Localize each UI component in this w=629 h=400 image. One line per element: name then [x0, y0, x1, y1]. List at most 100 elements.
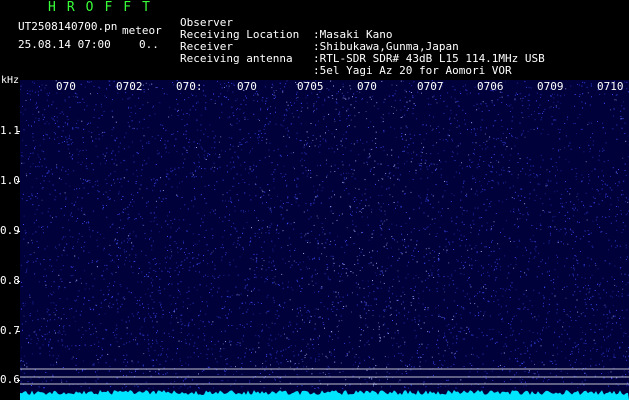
noise-dot	[240, 210, 242, 212]
noise-dot	[408, 261, 410, 263]
noise-dot	[616, 285, 618, 287]
noise-dot	[268, 261, 270, 263]
noise-dot	[300, 350, 302, 352]
noise-dot	[516, 258, 517, 260]
noise-dot	[589, 148, 591, 150]
noise-dot	[438, 314, 440, 316]
noise-dot	[366, 118, 368, 120]
noise-dot	[437, 274, 439, 276]
noise-dot	[187, 307, 188, 309]
noise-dot	[484, 284, 486, 286]
noise-dot	[30, 198, 32, 200]
noise-dot	[583, 287, 584, 289]
noise-dot	[348, 115, 349, 117]
noise-dot	[384, 238, 386, 240]
noise-dot	[361, 302, 363, 304]
noise-dot	[504, 255, 506, 257]
noise-dot	[591, 245, 593, 247]
noise-dot	[625, 356, 626, 358]
noise-dot	[433, 163, 435, 165]
noise-dot	[244, 116, 246, 118]
noise-dot	[146, 188, 148, 190]
noise-dot	[475, 133, 477, 135]
noise-dot	[376, 262, 377, 264]
noise-dot	[116, 164, 118, 166]
noise-dot	[594, 263, 596, 265]
noise-dot	[479, 156, 481, 158]
noise-dot	[589, 265, 590, 267]
noise-dot	[282, 91, 284, 93]
noise-dot	[139, 188, 141, 190]
noise-dot	[167, 223, 169, 225]
noise-dot	[381, 194, 383, 196]
noise-dot	[477, 207, 479, 209]
noise-dot	[186, 176, 188, 178]
noise-dot	[530, 128, 532, 130]
noise-dot	[277, 148, 279, 150]
noise-dot	[457, 229, 459, 231]
noise-dot	[410, 92, 412, 93]
noise-dot	[128, 125, 130, 127]
noise-dot	[74, 300, 76, 302]
noise-dot	[615, 246, 617, 248]
noise-dot	[387, 328, 389, 329]
noise-dot	[84, 86, 86, 88]
noise-dot	[156, 313, 158, 314]
noise-dot	[346, 354, 348, 356]
noise-dot	[61, 238, 63, 240]
noise-dot	[398, 280, 400, 282]
noise-dot	[333, 262, 335, 264]
noise-dot	[72, 236, 74, 238]
noise-dot	[239, 324, 241, 326]
noise-dot	[455, 342, 457, 344]
noise-dot	[461, 207, 463, 209]
noise-dot	[493, 154, 495, 155]
noise-dot	[208, 320, 210, 322]
noise-dot	[106, 97, 107, 98]
noise-dot	[264, 369, 266, 371]
noise-dot	[48, 105, 50, 107]
noise-dot	[44, 175, 46, 177]
noise-dot	[352, 198, 354, 200]
noise-dot	[132, 245, 134, 247]
noise-dot	[607, 372, 609, 374]
noise-dot	[567, 243, 569, 245]
noise-dot	[460, 132, 462, 134]
noise-dot	[407, 318, 408, 320]
noise-dot	[505, 305, 507, 307]
noise-dot	[208, 321, 210, 323]
noise-dot	[458, 238, 460, 240]
noise-dot	[292, 289, 294, 291]
noise-dot	[406, 109, 408, 111]
noise-dot	[476, 194, 478, 196]
noise-dot	[149, 263, 151, 265]
noise-dot	[534, 110, 535, 112]
noise-dot	[564, 147, 565, 149]
noise-dot	[24, 109, 26, 111]
noise-dot	[561, 205, 563, 207]
noise-dot	[298, 362, 300, 364]
noise-dot	[404, 106, 406, 108]
noise-dot	[590, 277, 591, 279]
noise-dot	[30, 338, 32, 340]
noise-dot	[476, 103, 478, 105]
noise-dot	[530, 252, 532, 254]
noise-dot	[515, 264, 517, 265]
noise-dot	[112, 303, 114, 305]
noise-dot	[139, 328, 141, 330]
noise-dot	[235, 228, 237, 230]
noise-dot	[335, 296, 337, 298]
noise-dot	[487, 300, 489, 302]
noise-dot	[357, 367, 359, 369]
noise-dot	[323, 324, 325, 325]
noise-dot	[143, 353, 145, 355]
noise-dot	[199, 314, 201, 316]
noise-dot	[47, 245, 48, 247]
noise-dot	[451, 193, 453, 195]
noise-dot	[557, 353, 559, 355]
noise-dot	[491, 295, 493, 297]
noise-dot	[310, 204, 312, 206]
noise-dot	[143, 89, 145, 90]
noise-dot	[273, 265, 275, 267]
noise-dot	[36, 334, 38, 336]
